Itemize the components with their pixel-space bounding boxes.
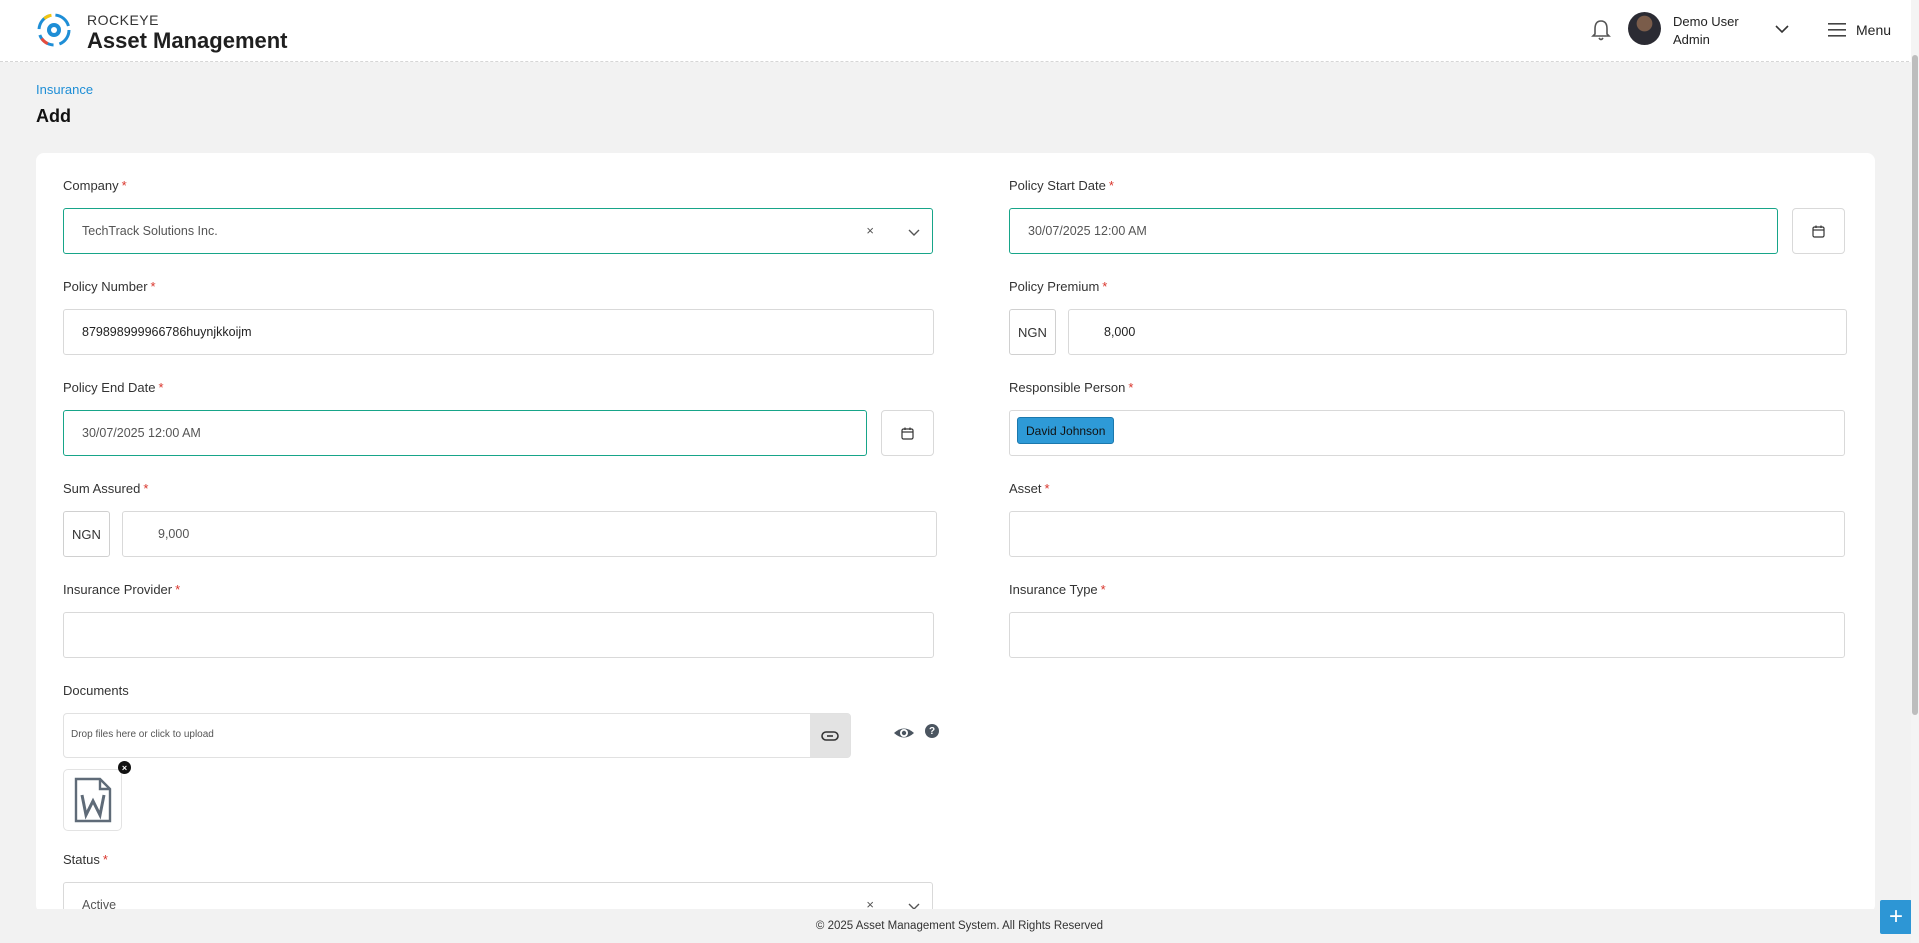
policy-number-input[interactable]: 879898999966786huynjkkoijm xyxy=(63,309,934,355)
sum-assured-currency: NGN xyxy=(63,511,110,557)
company-value: TechTrack Solutions Inc. xyxy=(82,224,218,238)
calendar-icon xyxy=(1812,225,1825,238)
insurance-type-select[interactable] xyxy=(1009,612,1845,658)
brand-title: Asset Management xyxy=(87,28,288,53)
clear-company-button[interactable]: × xyxy=(866,223,874,238)
menu-label: Menu xyxy=(1856,22,1892,38)
hamburger-icon xyxy=(1828,23,1846,37)
menu-button[interactable]: Menu xyxy=(1828,19,1891,41)
asset-select[interactable] xyxy=(1009,511,1845,557)
brand-small: ROCKEYE xyxy=(87,12,159,28)
company-label: Company * xyxy=(63,178,127,193)
sum-assured-value: 9,000 xyxy=(158,527,190,541)
paperclip-icon xyxy=(821,730,839,741)
insurance-type-label: Insurance Type * xyxy=(1009,582,1106,597)
policy-start-date-label: Policy Start Date * xyxy=(1009,178,1114,193)
breadcrumb[interactable]: Insurance xyxy=(36,82,93,97)
insurance-provider-select[interactable] xyxy=(63,612,934,658)
drop-zone-text: Drop files here or click to upload xyxy=(71,729,214,740)
asset-label: Asset * xyxy=(1009,481,1050,496)
footer-text: © 2025 Asset Management System. All Righ… xyxy=(815,920,1104,932)
start-date-calendar-button[interactable] xyxy=(1792,208,1845,254)
bell-icon[interactable] xyxy=(1590,18,1612,42)
attach-button[interactable] xyxy=(810,714,850,757)
policy-number-label: Policy Number * xyxy=(63,279,156,294)
user-role: Admin xyxy=(1673,32,1710,47)
logo-icon xyxy=(37,13,71,47)
add-button[interactable]: + xyxy=(1880,900,1912,934)
policy-start-date-input[interactable]: 30/07/2025 12:00 AM xyxy=(1009,208,1778,254)
responsible-person-label: Responsible Person * xyxy=(1009,380,1134,395)
policy-premium-value: 8,000 xyxy=(1104,325,1136,339)
chevron-down-icon[interactable] xyxy=(906,224,922,240)
sum-assured-label: Sum Assured * xyxy=(63,481,149,496)
page-title: Add xyxy=(36,106,71,126)
sum-assured-input[interactable]: 9,000 xyxy=(122,511,937,557)
remove-document-button[interactable]: × xyxy=(118,761,131,774)
documents-label: Documents xyxy=(63,683,129,698)
avatar[interactable] xyxy=(1628,12,1661,45)
responsible-person-select[interactable]: David Johnson xyxy=(1009,410,1845,456)
scrollbar-thumb[interactable] xyxy=(1912,55,1918,715)
file-drop-zone[interactable]: Drop files here or click to upload xyxy=(63,713,851,758)
policy-premium-label: Policy Premium * xyxy=(1009,279,1108,294)
status-label: Status * xyxy=(63,852,108,867)
word-document-icon xyxy=(74,777,111,823)
policy-end-date-input[interactable]: 30/07/2025 12:00 AM xyxy=(63,410,867,456)
help-icon[interactable]: ? xyxy=(925,724,939,738)
eye-icon[interactable] xyxy=(893,724,915,742)
calendar-icon xyxy=(901,427,914,440)
policy-premium-input[interactable]: 8,000 xyxy=(1068,309,1847,355)
footer: © 2025 Asset Management System. All Righ… xyxy=(0,909,1919,943)
document-thumbnail[interactable] xyxy=(63,769,122,831)
premium-currency: NGN xyxy=(1009,309,1056,355)
responsible-person-tag[interactable]: David Johnson xyxy=(1017,417,1115,444)
policy-end-date-label: Policy End Date * xyxy=(63,380,164,395)
insurance-provider-label: Insurance Provider * xyxy=(63,582,181,597)
policy-start-date-value: 30/07/2025 12:00 AM xyxy=(1028,224,1147,238)
end-date-calendar-button[interactable] xyxy=(881,410,934,456)
user-name[interactable]: Demo User xyxy=(1673,14,1739,29)
chevron-down-icon[interactable] xyxy=(1774,21,1790,37)
company-select[interactable]: TechTrack Solutions Inc. × xyxy=(63,208,933,254)
policy-end-date-value: 30/07/2025 12:00 AM xyxy=(82,426,201,440)
top-header: ROCKEYE Asset Management Demo User Admin… xyxy=(0,0,1919,62)
policy-number-value: 879898999966786huynjkkoijm xyxy=(82,325,252,339)
